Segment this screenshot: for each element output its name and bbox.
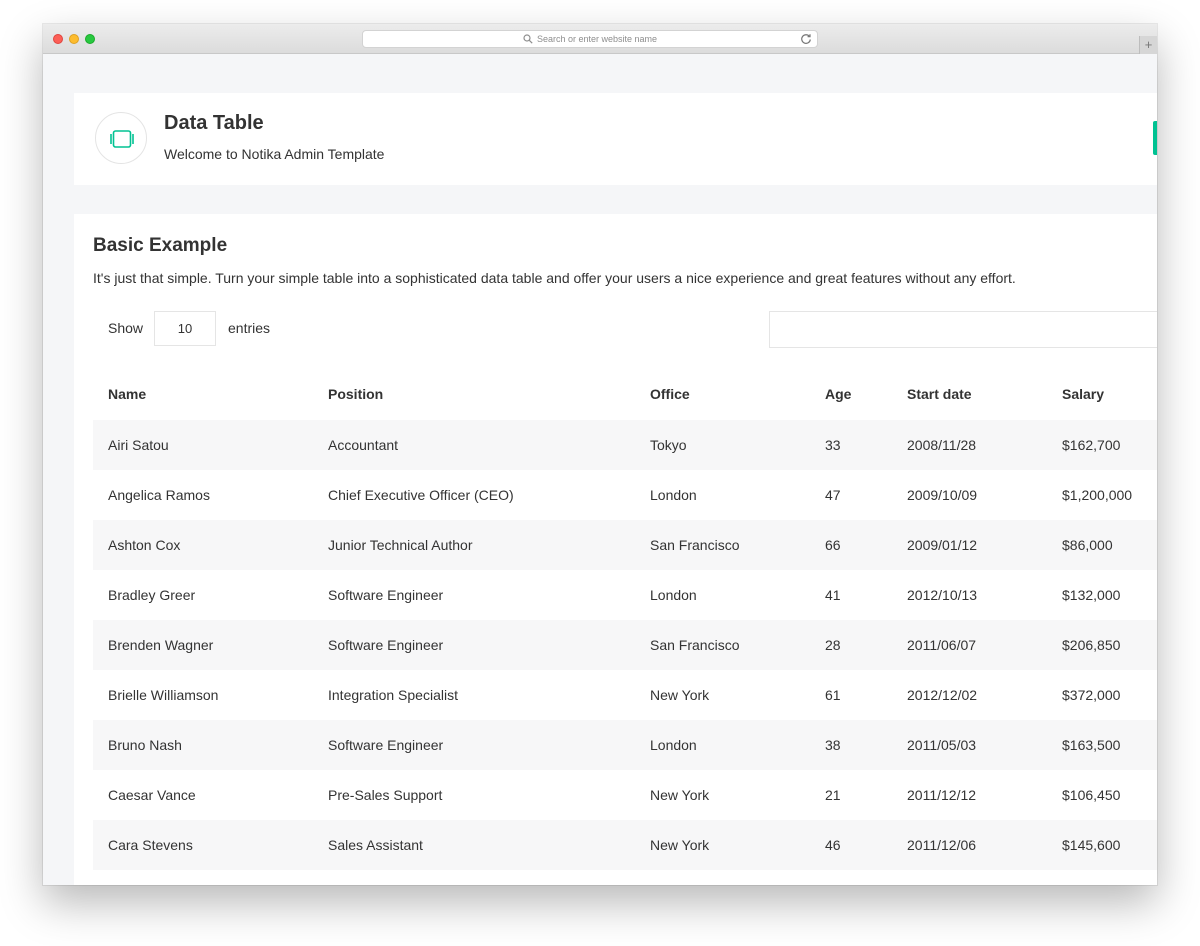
column-header-office[interactable]: Office [635, 367, 810, 420]
cell-office: London [635, 720, 810, 770]
cell-name: Caesar Vance [93, 770, 313, 820]
cell-age: 33 [810, 420, 892, 470]
cell-position: Chief Executive Officer (CEO) [313, 470, 635, 520]
table-row[interactable]: Cara Stevens Sales Assistant New York 46… [93, 820, 1157, 870]
table-row[interactable]: Angelica Ramos Chief Executive Officer (… [93, 470, 1157, 520]
column-header-name[interactable]: Name [93, 367, 313, 420]
page-title: Data Table [164, 112, 264, 134]
cell-position: Junior Technical Author [313, 520, 635, 570]
address-bar[interactable]: Search or enter website name [362, 30, 818, 48]
column-header-position[interactable]: Position [313, 367, 635, 420]
cell-start-date: 2011/06/07 [892, 620, 1047, 670]
cell-name: Cara Stevens [93, 820, 313, 870]
cell-salary: $162,700 [1047, 420, 1157, 470]
new-tab-button[interactable]: + [1139, 36, 1157, 54]
cell-name: Brenden Wagner [93, 620, 313, 670]
cell-start-date: 2011/12/06 [892, 820, 1047, 870]
table-row[interactable]: Ashton Cox Junior Technical Author San F… [93, 520, 1157, 570]
cell-start-date: 2008/11/28 [892, 420, 1047, 470]
table-row[interactable]: Airi Satou Accountant Tokyo 33 2008/11/2… [93, 420, 1157, 470]
data-table: Name Position Office Age Start date Sala… [93, 367, 1157, 870]
close-window-button[interactable] [53, 34, 63, 44]
cell-start-date: 2011/12/12 [892, 770, 1047, 820]
cell-position: Accountant [313, 420, 635, 470]
cell-salary: $372,000 [1047, 670, 1157, 720]
cell-position: Software Engineer [313, 620, 635, 670]
address-bar-placeholder: Search or enter website name [536, 34, 658, 44]
cell-salary: $106,450 [1047, 770, 1157, 820]
card-description: It's just that simple. Turn your simple … [93, 270, 1016, 286]
data-table-card: Basic Example It's just that simple. Tur… [74, 214, 1157, 885]
cell-age: 28 [810, 620, 892, 670]
cell-position: Software Engineer [313, 570, 635, 620]
cell-age: 21 [810, 770, 892, 820]
cell-age: 41 [810, 570, 892, 620]
entries-label: entries [228, 320, 271, 336]
cell-office: New York [635, 770, 810, 820]
table-row[interactable]: Bruno Nash Software Engineer London 38 2… [93, 720, 1157, 770]
cell-start-date: 2012/10/13 [892, 570, 1047, 620]
cell-start-date: 2009/10/09 [892, 470, 1047, 520]
cell-age: 66 [810, 520, 892, 570]
cell-start-date: 2011/05/03 [892, 720, 1047, 770]
page-subtitle: Welcome to Notika Admin Template [164, 146, 385, 162]
cell-age: 61 [810, 670, 892, 720]
cell-salary: $145,600 [1047, 820, 1157, 870]
cell-office: San Francisco [635, 620, 810, 670]
cell-office: New York [635, 670, 810, 720]
cell-name: Ashton Cox [93, 520, 313, 570]
search-icon [523, 34, 533, 44]
cell-name: Bruno Nash [93, 720, 313, 770]
table-search-input[interactable] [769, 311, 1157, 348]
table-row[interactable]: Bradley Greer Software Engineer London 4… [93, 570, 1157, 620]
cell-salary: $1,200,000 [1047, 470, 1157, 520]
cell-name: Angelica Ramos [93, 470, 313, 520]
cell-salary: $132,000 [1047, 570, 1157, 620]
column-header-start-date[interactable]: Start date [892, 367, 1047, 420]
cell-position: Integration Specialist [313, 670, 635, 720]
cell-start-date: 2012/12/02 [892, 670, 1047, 720]
cell-position: Software Engineer [313, 720, 635, 770]
table-row[interactable]: Brielle Williamson Integration Specialis… [93, 670, 1157, 720]
column-header-salary[interactable]: Salary [1047, 367, 1157, 420]
column-header-age[interactable]: Age [810, 367, 892, 420]
zoom-window-button[interactable] [85, 34, 95, 44]
table-row[interactable]: Brenden Wagner Software Engineer San Fra… [93, 620, 1157, 670]
browser-window: Search or enter website name + Data Tabl… [43, 24, 1157, 885]
cell-salary: $206,850 [1047, 620, 1157, 670]
cell-age: 46 [810, 820, 892, 870]
entries-per-page-select[interactable]: 10 [154, 311, 216, 346]
header-icon-circle [95, 112, 147, 164]
cell-name: Bradley Greer [93, 570, 313, 620]
cell-position: Sales Assistant [313, 820, 635, 870]
show-label: Show [108, 320, 144, 336]
cell-office: San Francisco [635, 520, 810, 570]
reload-icon[interactable] [799, 32, 813, 46]
cell-start-date: 2009/01/12 [892, 520, 1047, 570]
cell-office: London [635, 570, 810, 620]
table-header-row: Name Position Office Age Start date Sala… [93, 367, 1157, 420]
cell-name: Brielle Williamson [93, 670, 313, 720]
cell-office: New York [635, 820, 810, 870]
cell-salary: $163,500 [1047, 720, 1157, 770]
cell-name: Airi Satou [93, 420, 313, 470]
cell-office: London [635, 470, 810, 520]
card-title: Basic Example [93, 235, 228, 256]
cell-office: Tokyo [635, 420, 810, 470]
page-header-card: Data Table Welcome to Notika Admin Templ… [74, 93, 1157, 185]
header-action-button[interactable] [1153, 121, 1157, 155]
cell-salary: $86,000 [1047, 520, 1157, 570]
table-row[interactable]: Caesar Vance Pre-Sales Support New York … [93, 770, 1157, 820]
cell-age: 38 [810, 720, 892, 770]
cell-age: 47 [810, 470, 892, 520]
minimize-window-button[interactable] [69, 34, 79, 44]
cell-position: Pre-Sales Support [313, 770, 635, 820]
browser-titlebar: Search or enter website name + [43, 24, 1157, 54]
